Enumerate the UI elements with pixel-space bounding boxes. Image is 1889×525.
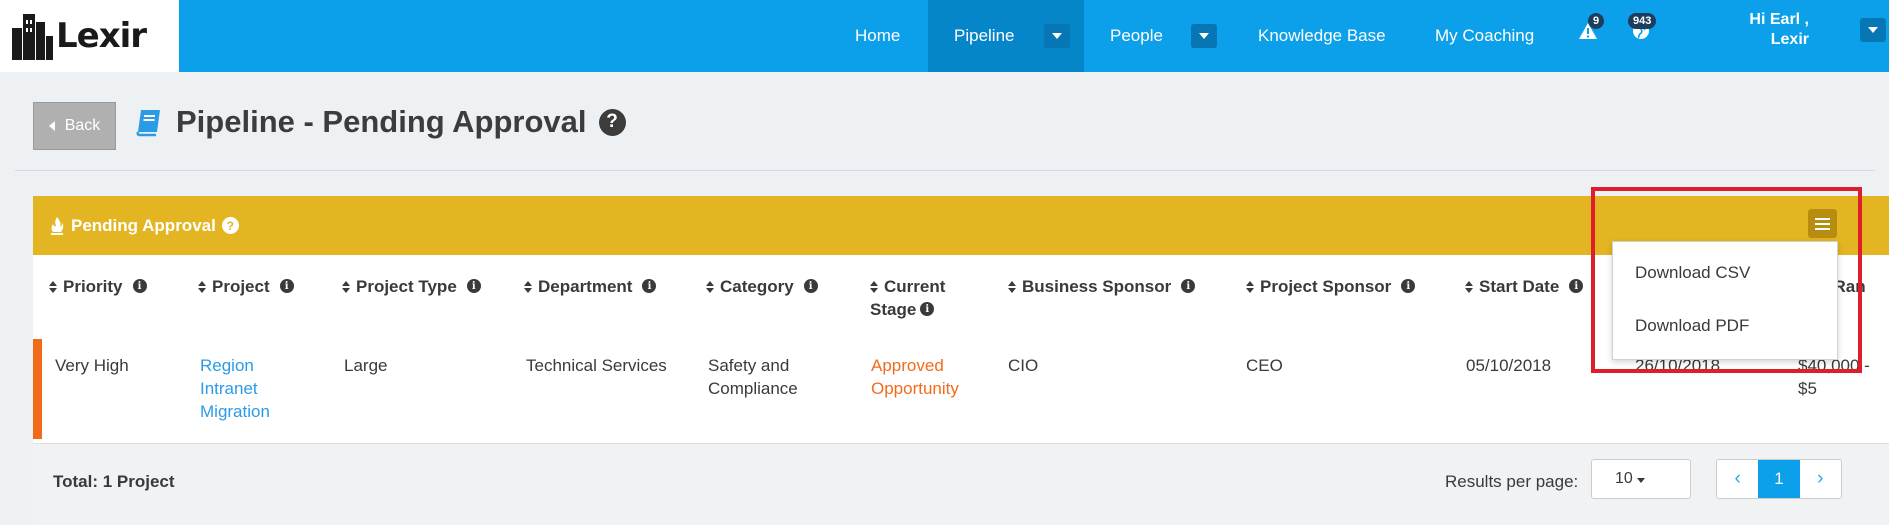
header-label: Category <box>720 277 794 296</box>
book-icon <box>136 110 160 137</box>
info-icon: i <box>1401 279 1416 293</box>
header-label: Business Sponsor <box>1022 277 1172 296</box>
nav-people[interactable]: People <box>1110 0 1163 72</box>
logo[interactable]: Lexir <box>0 0 179 72</box>
sort-icon <box>1465 281 1473 293</box>
project-link-line: Intranet <box>200 379 258 398</box>
project-link-line: Migration <box>200 402 270 421</box>
nav-pipeline[interactable]: Pipeline <box>928 0 1084 72</box>
header-label: Stage <box>870 300 917 319</box>
pagination: ‹ 1 › <box>1716 459 1842 499</box>
header-label: Current <box>884 277 946 296</box>
stage-line: Opportunity <box>871 379 959 398</box>
buildings-logo-icon <box>12 14 53 60</box>
notifications-count-badge: 943 <box>1628 13 1657 29</box>
user-greeting-line1: Hi Earl , <box>1749 11 1809 28</box>
column-header-project-type[interactable]: Project Type i <box>342 275 481 298</box>
sort-icon <box>342 281 350 293</box>
project-link-line: Region <box>200 356 254 375</box>
column-header-business-sponsor[interactable]: Business Sponsor i <box>1008 275 1196 298</box>
info-icon: i <box>1181 279 1196 293</box>
sort-icon <box>198 281 206 293</box>
logo-text: Lexir <box>56 16 147 56</box>
column-header-priority[interactable]: Priority i <box>49 275 147 298</box>
results-per-page-label: Results per page: <box>1445 472 1579 491</box>
info-icon: i <box>803 279 818 293</box>
info-icon: i <box>1569 279 1584 293</box>
header-label: Project Type <box>356 277 457 296</box>
sort-icon <box>1246 281 1254 293</box>
info-icon: i <box>642 279 657 293</box>
cell-start-date: 05/10/2018 <box>1466 356 1552 375</box>
nav-knowledge-base[interactable]: Knowledge Base <box>1258 0 1386 72</box>
info-icon: i <box>466 279 481 293</box>
info-icon: i <box>279 279 294 293</box>
cell-current-stage: Approved Opportunity <box>871 354 959 400</box>
header-label: Start Date <box>1479 277 1560 296</box>
cell-department: Technical Services <box>526 356 667 375</box>
panel-title-label: Pending Approval <box>71 215 216 235</box>
cell-priority: Very High <box>55 356 129 375</box>
fire-icon <box>51 216 64 235</box>
results-per-page-value: 10 <box>1615 470 1633 487</box>
cell-project-sponsor: CEO <box>1246 356 1283 375</box>
sort-icon <box>870 281 878 298</box>
people-dropdown-toggle[interactable] <box>1191 24 1217 48</box>
table-footer: Total: 1 Project Results per page: 10 ‹ … <box>33 443 1889 525</box>
column-header-category[interactable]: Category i <box>706 275 818 298</box>
cell-category: Safety and Compliance <box>708 354 798 400</box>
top-navbar: Lexir Home Pipeline People Knowledge Bas… <box>0 0 1889 72</box>
nav-home[interactable]: Home <box>855 0 900 72</box>
user-greeting-line2: Lexir <box>1770 31 1809 48</box>
stage-line: Approved <box>871 356 944 375</box>
results-per-page-select[interactable]: 10 <box>1591 459 1691 499</box>
highlight-box <box>1591 187 1862 373</box>
page-title: Pipeline - Pending Approval <box>176 104 587 139</box>
cell-project-type: Large <box>344 356 388 375</box>
sort-icon <box>706 281 714 293</box>
help-icon[interactable]: ? <box>598 108 626 136</box>
next-page-button[interactable]: › <box>1800 460 1841 498</box>
chevron-down-icon <box>1636 477 1645 483</box>
back-button-label: Back <box>64 117 101 134</box>
column-header-current-stage[interactable]: Current Stage i <box>870 275 945 321</box>
user-greeting: Hi Earl , Lexir <box>1749 10 1809 50</box>
sort-icon <box>1008 281 1016 293</box>
user-menu[interactable]: Hi Earl , Lexir <box>1660 0 1889 72</box>
header-label: Department <box>538 277 633 296</box>
header-line: Current <box>870 275 945 298</box>
cell-project-link[interactable]: Region Intranet Migration <box>200 354 270 423</box>
user-dropdown-toggle[interactable] <box>1860 18 1886 42</box>
nav-my-coaching[interactable]: My Coaching <box>1435 0 1534 72</box>
back-arrow-icon <box>48 121 55 131</box>
header-divider <box>15 170 1875 171</box>
column-header-project-sponsor[interactable]: Project Sponsor i <box>1246 275 1416 298</box>
prev-page-button[interactable]: ‹ <box>1717 460 1758 498</box>
panel-help-icon[interactable]: ? <box>221 217 239 234</box>
pipeline-dropdown-toggle[interactable] <box>1044 24 1070 48</box>
sort-icon <box>524 281 532 293</box>
alerts-count-badge: 9 <box>1588 13 1605 29</box>
page-1-button[interactable]: 1 <box>1758 460 1800 498</box>
sort-icon <box>49 281 57 293</box>
panel-title: Pending Approval ? <box>49 196 239 255</box>
header-label: Project Sponsor <box>1260 277 1392 296</box>
cell-business-sponsor: CIO <box>1008 356 1039 375</box>
category-line: Safety and <box>708 356 790 375</box>
column-header-department[interactable]: Department i <box>524 275 657 298</box>
back-button[interactable]: Back <box>33 102 116 150</box>
nav-pipeline-label: Pipeline <box>954 26 1015 45</box>
header-label: Project <box>212 277 270 296</box>
column-header-start-date[interactable]: Start Date i <box>1465 275 1584 298</box>
header-line: Stage i <box>870 298 935 321</box>
info-icon: i <box>132 279 147 293</box>
info-icon: i <box>920 302 935 316</box>
column-header-project[interactable]: Project i <box>198 275 294 298</box>
page-header: Pipeline - Pending Approval ? <box>134 102 626 142</box>
header-label: Priority <box>63 277 123 296</box>
total-count: Total: 1 Project <box>53 472 175 491</box>
category-line: Compliance <box>708 379 798 398</box>
priority-color-bar <box>33 339 42 439</box>
alerts-area: 9 943 <box>1560 0 1662 72</box>
